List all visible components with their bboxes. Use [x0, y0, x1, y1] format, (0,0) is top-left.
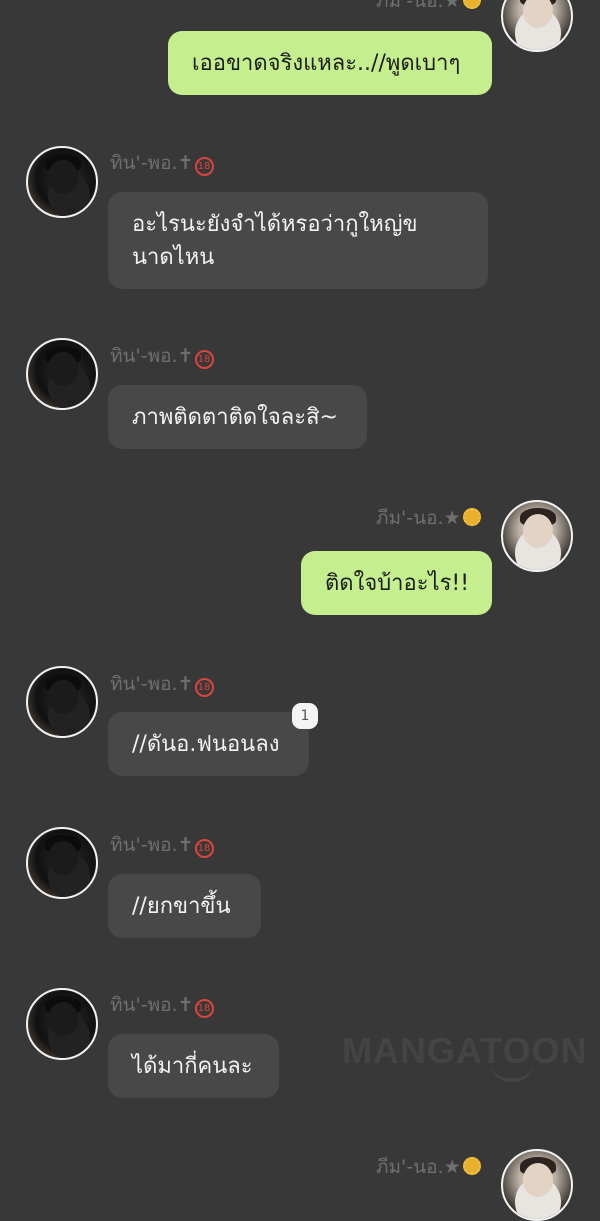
- sunflower-icon: [462, 1157, 481, 1175]
- avatar-other[interactable]: [26, 827, 98, 899]
- avatar-other[interactable]: [26, 146, 98, 218]
- sender-name-other: ทิน'-พอ.✝ 18: [110, 990, 214, 1020]
- avatar-face: [523, 0, 553, 28]
- sender-name-me-partial: ภีม'-นอ.★: [376, 1152, 481, 1182]
- avatar-me[interactable]: [501, 500, 573, 572]
- avatar-me[interactable]: [501, 1149, 573, 1221]
- message-bubble-incoming[interactable]: //ยกขาขึ้น: [108, 874, 261, 938]
- message-bubble-incoming[interactable]: ได้มากี่คนละ: [108, 1034, 279, 1098]
- sender-name-other: ทิน'-พอ.✝ 18: [110, 341, 214, 371]
- age-restriction-icon: 18: [194, 999, 214, 1018]
- message-bubble-outgoing[interactable]: ติดใจบ้าอะไร!!: [301, 551, 492, 615]
- age-restriction-icon: 18: [194, 350, 214, 369]
- avatar-face: [48, 1002, 78, 1036]
- read-count-badge: 1: [292, 703, 318, 729]
- sender-name-other: ทิน'-พอ.✝ 18: [110, 669, 214, 699]
- sunflower-icon: [462, 0, 481, 9]
- avatar-face: [48, 841, 78, 875]
- message-bubble-incoming[interactable]: //ดันอ.ฟนอนลง: [108, 712, 309, 776]
- message-bubble-incoming[interactable]: ภาพติดตาติดใจละสิ~: [108, 385, 367, 449]
- sender-name-other: ทิน'-พอ.✝ 18: [110, 830, 214, 860]
- age-restriction-icon: 18: [194, 678, 214, 697]
- avatar-other[interactable]: [26, 338, 98, 410]
- watermark: MANGATOON: [342, 1030, 588, 1071]
- message-bubble-incoming[interactable]: อะไรนะยังจำได้หรอว่ากูใหญ่ขนาดไหน: [108, 192, 488, 289]
- avatar-face: [48, 352, 78, 386]
- avatar-other[interactable]: [26, 666, 98, 738]
- avatar-face: [523, 514, 553, 548]
- watermark-smile-icon: [490, 1062, 534, 1082]
- sunflower-icon: [462, 508, 481, 526]
- avatar-me[interactable]: [501, 0, 573, 52]
- sender-name-other: ทิน'-พอ.✝ 18: [110, 148, 214, 178]
- avatar-face: [523, 1163, 553, 1197]
- sender-name-me: ภีม'-นอ.★: [376, 503, 481, 533]
- sender-name-me-partial: ภีม'-นอ.★: [376, 0, 481, 16]
- avatar-other[interactable]: [26, 988, 98, 1060]
- message-bubble-outgoing[interactable]: เออขาดจริงแหละ..//พูดเบาๆ: [168, 31, 492, 95]
- age-restriction-icon: 18: [194, 157, 214, 176]
- avatar-face: [48, 680, 78, 714]
- avatar-face: [48, 160, 78, 194]
- age-restriction-icon: 18: [194, 839, 214, 858]
